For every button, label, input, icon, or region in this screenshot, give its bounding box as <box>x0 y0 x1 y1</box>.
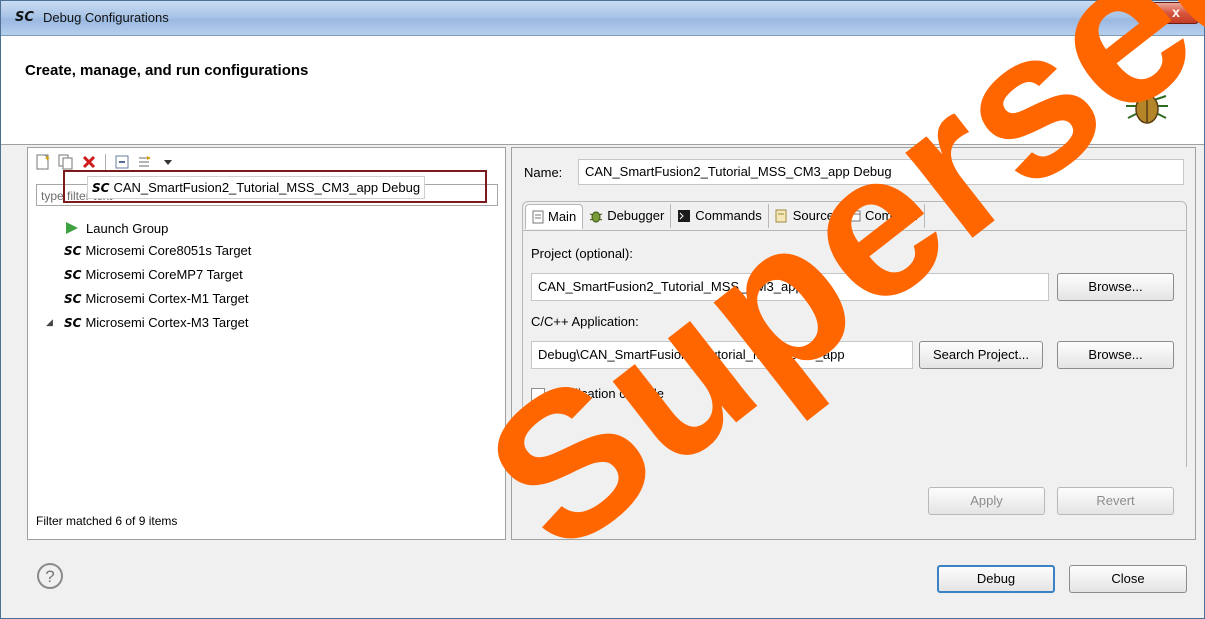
main-tab-content: Project (optional): CAN_SmartFusion2_Tut… <box>523 230 1186 467</box>
project-browse-button[interactable]: Browse... <box>1057 273 1174 301</box>
dialog-header: Create, manage, and run configurations <box>1 36 1204 145</box>
window-close-button[interactable]: x <box>1153 2 1199 24</box>
configuration-editor-panel: Name: CAN_SmartFusion2_Tutorial_MSS_CM3_… <box>511 147 1196 540</box>
application-console-checkbox[interactable] <box>531 388 545 402</box>
delete-icon[interactable] <box>80 153 98 171</box>
tab-source[interactable]: Source <box>769 204 841 228</box>
window-title: Debug Configurations <box>43 10 169 25</box>
toolbar-separator <box>105 154 106 170</box>
duplicate-icon[interactable] <box>57 153 75 171</box>
tree-item-can-smartfusion2-debug[interactable]: SC CAN_SmartFusion2_Tutorial_MSS_CM3_app … <box>87 176 426 199</box>
dropdown-arrow-icon[interactable] <box>159 153 177 171</box>
application-browse-button[interactable]: Browse... <box>1057 341 1174 369</box>
bug-icon <box>1118 74 1176 135</box>
tree-item-label: Microsemi Cortex-M1 Target <box>85 291 249 306</box>
sc-icon: SC <box>64 244 82 258</box>
tab-bar: Main Debugger Commands Source Common <box>525 204 925 229</box>
launch-icon <box>66 222 78 234</box>
debugger-icon <box>590 211 603 223</box>
tab-label: Source <box>792 208 834 223</box>
help-icon[interactable]: ? <box>37 563 63 589</box>
application-label: C/C++ Application: <box>531 314 639 329</box>
close-button[interactable]: Close <box>1069 565 1187 593</box>
debug-button[interactable]: Debug <box>937 565 1055 593</box>
title-bar: SC Debug Configurations x <box>1 1 1204 36</box>
name-input[interactable]: CAN_SmartFusion2_Tutorial_MSS_CM3_app De… <box>578 159 1184 185</box>
apply-button[interactable]: Apply <box>928 487 1045 515</box>
revert-button[interactable]: Revert <box>1057 487 1174 515</box>
tab-label: Commands <box>695 208 762 223</box>
project-field[interactable]: CAN_SmartFusion2_Tutorial_MSS_CM3_app <box>531 273 1049 301</box>
main-tab-icon <box>532 210 544 224</box>
tab-common[interactable]: Common <box>841 204 925 228</box>
debug-configurations-window: SC Debug Configurations x Create, manage… <box>0 0 1205 619</box>
svg-text:✦: ✦ <box>44 154 51 163</box>
collapse-all-icon[interactable] <box>113 153 131 171</box>
common-icon <box>847 210 861 222</box>
tree-item-label: Microsemi CoreMP7 Target <box>85 267 243 282</box>
dialog-heading: Create, manage, and run configurations <box>25 62 309 79</box>
tree-item-coremp7[interactable]: SC Microsemi CoreMP7 Target <box>64 264 243 286</box>
tab-folder: Main Debugger Commands Source Common Pro… <box>522 201 1187 467</box>
tab-debugger[interactable]: Debugger <box>583 204 672 228</box>
tree-item-cortex-m1[interactable]: SC Microsemi Cortex-M1 Target <box>64 288 248 310</box>
tree-item-label: CAN_SmartFusion2_Tutorial_MSS_CM3_app De… <box>113 180 421 195</box>
selected-configuration-highlight: SC CAN_SmartFusion2_Tutorial_MSS_CM3_app … <box>63 170 487 203</box>
sc-icon: SC <box>64 292 82 306</box>
tree-item-label: Microsemi Cortex-M3 Target <box>85 315 249 330</box>
name-label: Name: <box>524 165 563 180</box>
new-configuration-icon[interactable]: ✦ <box>34 153 52 171</box>
tree-item-cortex-m3[interactable]: SC Microsemi Cortex-M3 Target <box>64 312 248 334</box>
tab-label: Common <box>864 208 918 223</box>
tree-item-label: Microsemi Core8051s Target <box>85 243 252 258</box>
tab-label: Debugger <box>607 208 665 223</box>
sc-icon: SC <box>92 181 110 195</box>
tab-main[interactable]: Main <box>525 204 584 229</box>
expand-arrow-icon[interactable]: ◢ <box>46 317 53 328</box>
app-icon: SC <box>15 10 34 25</box>
application-console-label: Application console <box>552 386 665 401</box>
sc-icon: SC <box>64 316 82 330</box>
tree-item-core8051s[interactable]: SC Microsemi Core8051s Target <box>64 240 251 262</box>
tree-item-launch-group[interactable]: Launch Group <box>66 218 168 240</box>
application-field[interactable]: Debug\CAN_SmartFusion2_Tutorial_MSS_CM3_… <box>531 341 913 369</box>
source-icon <box>775 209 787 223</box>
tab-commands[interactable]: Commands <box>671 204 769 228</box>
configuration-list-panel: ✦ type filter text Launch Group SC Micro… <box>27 147 506 540</box>
project-label: Project (optional): <box>531 246 633 261</box>
search-project-button[interactable]: Search Project... <box>919 341 1043 369</box>
filter-icon[interactable] <box>136 153 154 171</box>
sc-icon: SC <box>64 268 82 282</box>
tree-item-label: Launch Group <box>86 221 169 236</box>
filter-status-text: Filter matched 6 of 9 items <box>36 514 178 528</box>
tab-label: Main <box>548 209 577 224</box>
commands-icon <box>678 210 691 222</box>
